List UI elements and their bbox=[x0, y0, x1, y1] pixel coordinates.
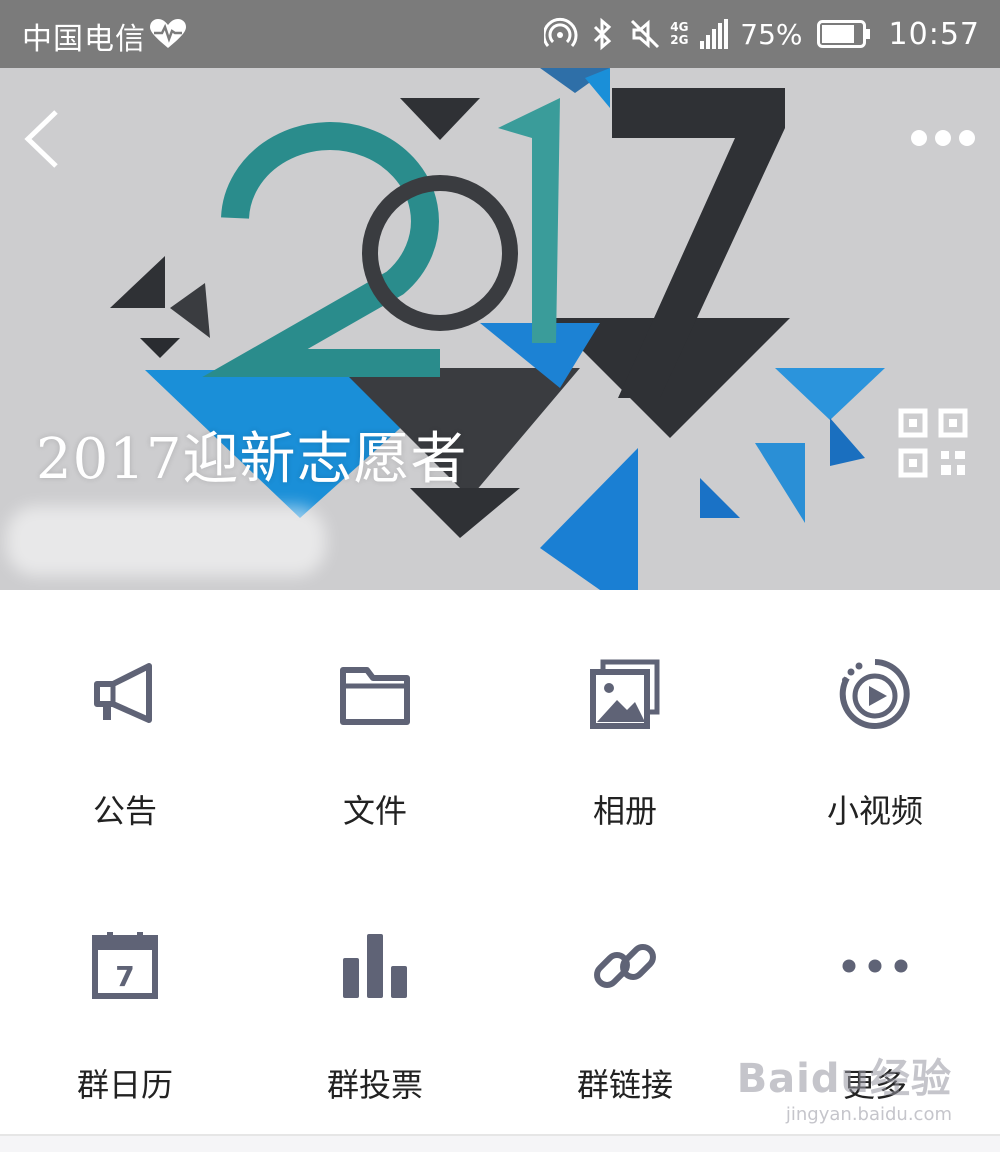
menu-label: 群日历 bbox=[76, 1066, 173, 1104]
watermark-brand: Baidu经验 bbox=[736, 1056, 952, 1102]
menu-label: 公告 bbox=[92, 792, 157, 830]
battery-percent: 75% bbox=[740, 17, 803, 51]
hotspot-icon bbox=[544, 17, 578, 47]
menu-item-group-calendar[interactable]: 7 群日历 bbox=[0, 862, 250, 1134]
carrier-name: 中国电信 bbox=[22, 22, 146, 57]
watermark-url: jingyan.baidu.com bbox=[785, 1104, 952, 1125]
signal-strength-icon bbox=[700, 19, 729, 49]
blurred-member-info bbox=[6, 506, 326, 576]
folder-icon bbox=[340, 667, 410, 725]
back-arrow-icon[interactable] bbox=[20, 106, 66, 172]
calendar-day: 7 bbox=[115, 960, 134, 993]
heart-health-icon bbox=[150, 19, 186, 48]
network-type-bottom: 2G bbox=[670, 33, 689, 47]
mute-icon bbox=[631, 19, 660, 49]
menu-label: 群链接 bbox=[576, 1066, 673, 1104]
menu-label: 相册 bbox=[592, 792, 657, 830]
bar-chart-icon bbox=[343, 934, 407, 998]
menu-item-short-video[interactable]: 小视频 bbox=[750, 590, 1000, 862]
menu-label: 群投票 bbox=[326, 1066, 423, 1104]
calendar-icon: 7 bbox=[92, 932, 158, 999]
group-name: 2017迎新志愿者 bbox=[36, 427, 468, 492]
link-icon bbox=[594, 944, 656, 988]
baidu-watermark: Baidu经验 jingyan.baidu.com bbox=[737, 1046, 952, 1125]
more-dots-icon bbox=[842, 959, 908, 973]
menu-item-album[interactable]: 相册 bbox=[500, 590, 750, 862]
status-bar: 中国电信 4G 2G 75% 10:57 bbox=[0, 0, 1000, 68]
menu-item-announcement[interactable]: 公告 bbox=[0, 590, 250, 862]
menu-label: 小视频 bbox=[826, 792, 923, 830]
menu-item-group-link[interactable]: 群链接 bbox=[500, 862, 750, 1134]
bluetooth-icon bbox=[594, 17, 612, 51]
album-icon bbox=[590, 659, 660, 729]
megaphone-icon bbox=[94, 663, 152, 723]
network-type: 4G 2G bbox=[670, 21, 692, 47]
menu-item-group-vote[interactable]: 群投票 bbox=[250, 862, 500, 1134]
qr-code-icon[interactable] bbox=[898, 408, 968, 478]
bottom-strip bbox=[0, 1136, 1000, 1152]
battery-icon bbox=[816, 20, 870, 48]
clock: 10:57 bbox=[888, 16, 980, 52]
group-banner: 2017迎新志愿者 bbox=[0, 68, 1000, 590]
menu-item-files[interactable]: 文件 bbox=[250, 590, 500, 862]
menu-label: 文件 bbox=[342, 792, 407, 830]
video-icon bbox=[839, 659, 910, 729]
more-options-icon[interactable] bbox=[910, 128, 976, 148]
